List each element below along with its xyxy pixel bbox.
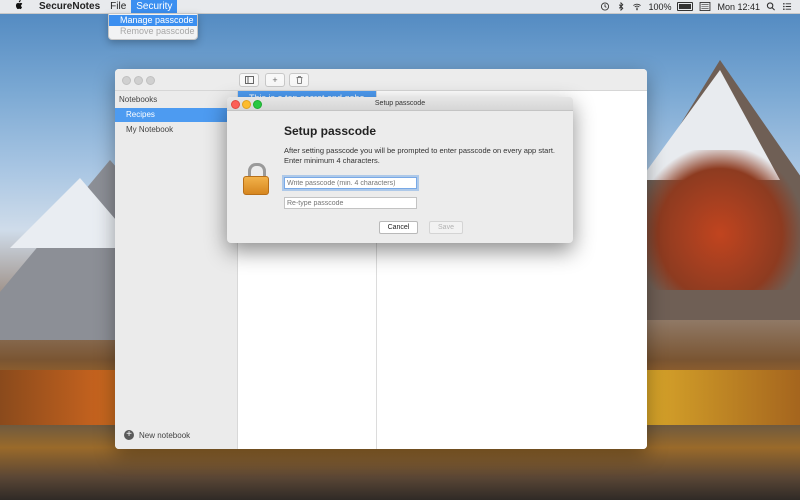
close-window-button[interactable]	[122, 76, 131, 85]
battery-icon[interactable]	[677, 2, 694, 11]
sidebar-icon	[244, 76, 254, 84]
menubar-clock[interactable]: Mon 12:41	[717, 2, 760, 12]
new-notebook-label: New notebook	[139, 430, 191, 440]
sidebar-item-recipes[interactable]: Recipes	[115, 108, 237, 122]
menu-item-manage-passcode[interactable]: Manage passcode	[109, 15, 197, 26]
dialog-titlebar: Setup passcode	[227, 97, 573, 111]
bluetooth-icon[interactable]	[616, 2, 626, 11]
notification-center-icon[interactable]	[782, 2, 792, 11]
dialog-zoom-button[interactable]	[253, 100, 262, 109]
apple-menu-icon[interactable]	[12, 0, 24, 13]
wifi-icon[interactable]	[632, 2, 642, 11]
cancel-button[interactable]: Cancel	[379, 221, 418, 234]
dialog-description: After setting passcode you will be promp…	[284, 146, 555, 165]
menu-app-name[interactable]: SecureNotes	[34, 0, 105, 13]
lock-icon	[243, 163, 269, 197]
setup-passcode-dialog: Setup passcode Setup passcode After sett…	[227, 97, 573, 243]
dialog-minimize-button[interactable]	[242, 100, 251, 109]
zoom-window-button[interactable]	[146, 76, 155, 85]
add-circle-icon: +	[124, 430, 134, 440]
menu-bar: SecureNotes File Security 100% Mon 12:41	[0, 0, 800, 14]
window-titlebar: +	[115, 69, 647, 91]
menu-file[interactable]: File	[105, 0, 131, 13]
input-source-icon[interactable]	[699, 2, 711, 11]
menu-item-remove-passcode: Remove passcode	[120, 26, 195, 36]
status-area: 100% Mon 12:41	[600, 0, 792, 13]
trash-icon	[296, 76, 302, 84]
new-notebook-button[interactable]: + New notebook	[124, 430, 190, 440]
notebooks-sidebar: Notebooks Recipes My Notebook + New note…	[115, 91, 238, 449]
battery-percent[interactable]: 100%	[648, 2, 671, 12]
spotlight-search-icon[interactable]	[766, 2, 776, 11]
save-button: Save	[429, 221, 463, 234]
dialog-close-button[interactable]	[231, 100, 240, 109]
wallpaper-red-slope	[640, 150, 800, 290]
passcode-input[interactable]	[284, 177, 417, 189]
retype-passcode-input[interactable]	[284, 197, 417, 209]
menu-security[interactable]: Security	[131, 0, 178, 13]
sidebar-item-my-notebook[interactable]: My Notebook	[115, 123, 237, 137]
dialog-title: Setup passcode	[374, 100, 426, 107]
time-machine-icon[interactable]	[600, 2, 610, 11]
dialog-heading: Setup passcode	[284, 124, 377, 138]
sidebar-header: Notebooks	[119, 95, 158, 104]
minimize-window-button[interactable]	[134, 76, 143, 85]
security-menu-dropdown: Manage passcode Remove passcode	[108, 13, 198, 40]
delete-note-button[interactable]	[289, 73, 309, 87]
toggle-sidebar-button[interactable]	[239, 73, 259, 87]
add-note-button[interactable]: +	[265, 73, 285, 87]
